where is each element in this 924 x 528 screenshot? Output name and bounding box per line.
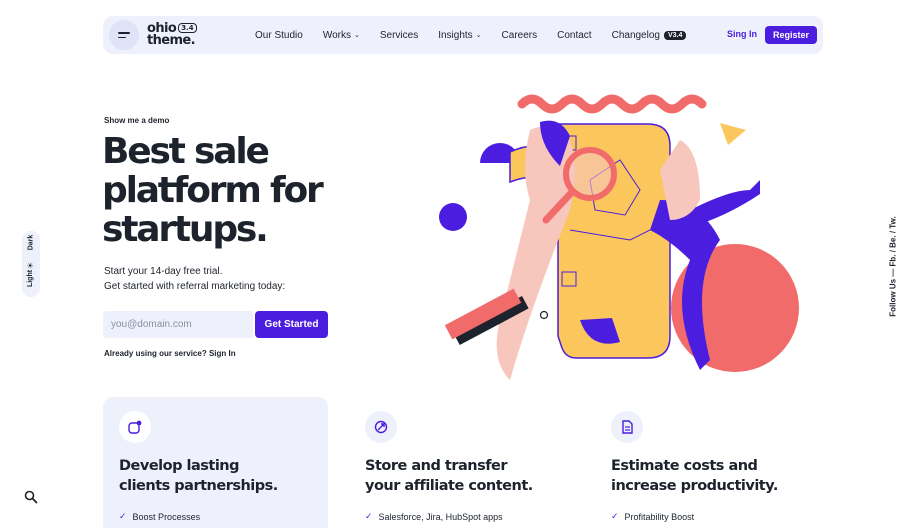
document-icon (611, 411, 643, 443)
feature-item-label: Profitability Boost (624, 511, 695, 522)
theme-light-label[interactable]: Light (27, 270, 34, 287)
register-button[interactable]: Register (765, 26, 818, 44)
menu-burger-button[interactable] (109, 20, 139, 50)
hero-eyebrow: Show me a demo (104, 116, 170, 125)
chevron-down-icon: ⌄ (353, 32, 360, 39)
feature-title-line2: your affiliate content. (365, 478, 533, 494)
already-text: Already using our service? (104, 349, 207, 358)
person-leg (690, 180, 760, 224)
logo-version: 3.4 (178, 23, 197, 33)
already-customer-text: Already using our service? Sign In (104, 349, 236, 358)
notification-icon (119, 411, 151, 443)
feature-item-label: Salesforce, Jira, HubSpot apps (378, 511, 503, 522)
nav-label: Careers (501, 29, 538, 41)
theme-dark-label[interactable]: Dark (27, 235, 34, 251)
feature-item-label: Boost Processes (132, 511, 201, 522)
site-logo[interactable]: ohio 3.4 theme. (147, 22, 197, 48)
feature-title-line1: Develop lasting (119, 458, 240, 474)
nav-our-studio[interactable]: Our Studio (255, 30, 303, 41)
version-badge: V3.4 (663, 30, 687, 40)
sun-icon: ☀ (26, 261, 36, 270)
small-ring (539, 310, 549, 320)
feature-list-item: ✓ Boost Processes (119, 511, 200, 522)
feature-title-line2: increase productivity. (611, 478, 778, 494)
signin-link[interactable]: Sing In (727, 29, 757, 39)
email-input[interactable] (103, 311, 253, 338)
nav-works[interactable]: Works ⌄ (323, 30, 360, 41)
hero-subtitle: Start your 14-day free trial. Get starte… (104, 264, 285, 294)
nav-services[interactable]: Services (380, 30, 418, 41)
feature-card[interactable]: Develop lasting clients partnerships. ✓ B… (103, 397, 328, 528)
nav-changelog[interactable]: Changelog V3.4 (612, 30, 687, 41)
get-started-button[interactable]: Get Started (255, 311, 328, 338)
sync-icon (365, 411, 397, 443)
check-icon: ✓ (365, 511, 373, 521)
purple-circle (439, 203, 467, 231)
site-header: ohio 3.4 theme. Our Studio Works ⌄ Service… (103, 16, 823, 54)
hero-subtitle-line1: Start your 14-day free trial. (104, 266, 223, 277)
feature-title: Store and transfer your affiliate conten… (365, 456, 565, 496)
nav-careers[interactable]: Careers (502, 30, 538, 41)
feature-list-item: ✓ Profitability Boost (611, 511, 694, 522)
main-nav: Our Studio Works ⌄ Services Insights ⌄ Car… (255, 16, 706, 54)
logo-line2: theme. (147, 33, 196, 48)
burger-line (118, 36, 126, 39)
feature-title: Estimate costs and increase productivity… (611, 456, 811, 496)
nav-insights[interactable]: Insights ⌄ (438, 30, 481, 41)
feature-card[interactable]: Estimate costs and increase productivity… (595, 397, 820, 528)
wave-shape (517, 94, 707, 114)
feature-title-line2: clients partnerships. (119, 478, 278, 494)
feature-card[interactable]: Store and transfer your affiliate conten… (349, 397, 574, 528)
feature-list-item: ✓ Salesforce, Jira, HubSpot apps (365, 511, 503, 522)
hero-subtitle-line2: Get started with referral marketing toda… (104, 281, 286, 292)
feature-title: Develop lasting clients partnerships. (119, 456, 319, 496)
feature-title-line1: Estimate costs and (611, 458, 758, 474)
triangle-shape (720, 123, 746, 145)
check-icon: ✓ (119, 511, 127, 521)
nav-contact[interactable]: Contact (557, 30, 591, 41)
search-icon[interactable] (24, 490, 38, 504)
signin-link-hero[interactable]: Sign In (209, 349, 236, 358)
theme-switch[interactable]: Dark ☀ Light (22, 231, 40, 297)
nav-label: Changelog (611, 29, 660, 41)
burger-line (118, 31, 130, 34)
nav-label: Services (379, 29, 419, 41)
nav-label: Our Studio (255, 29, 303, 41)
nav-label: Contact (557, 29, 592, 41)
check-icon: ✓ (611, 511, 619, 521)
feature-title-line1: Store and transfer (365, 458, 508, 474)
nav-label: Works (322, 29, 351, 41)
hero-title: Best sale platform for startups. (102, 131, 324, 250)
follow-us-links[interactable]: Follow Us — Fb. / Be. / Tw. (889, 197, 898, 337)
chevron-down-icon: ⌄ (475, 32, 482, 39)
hero-illustration (439, 94, 799, 380)
nav-label: Insights (438, 29, 473, 41)
